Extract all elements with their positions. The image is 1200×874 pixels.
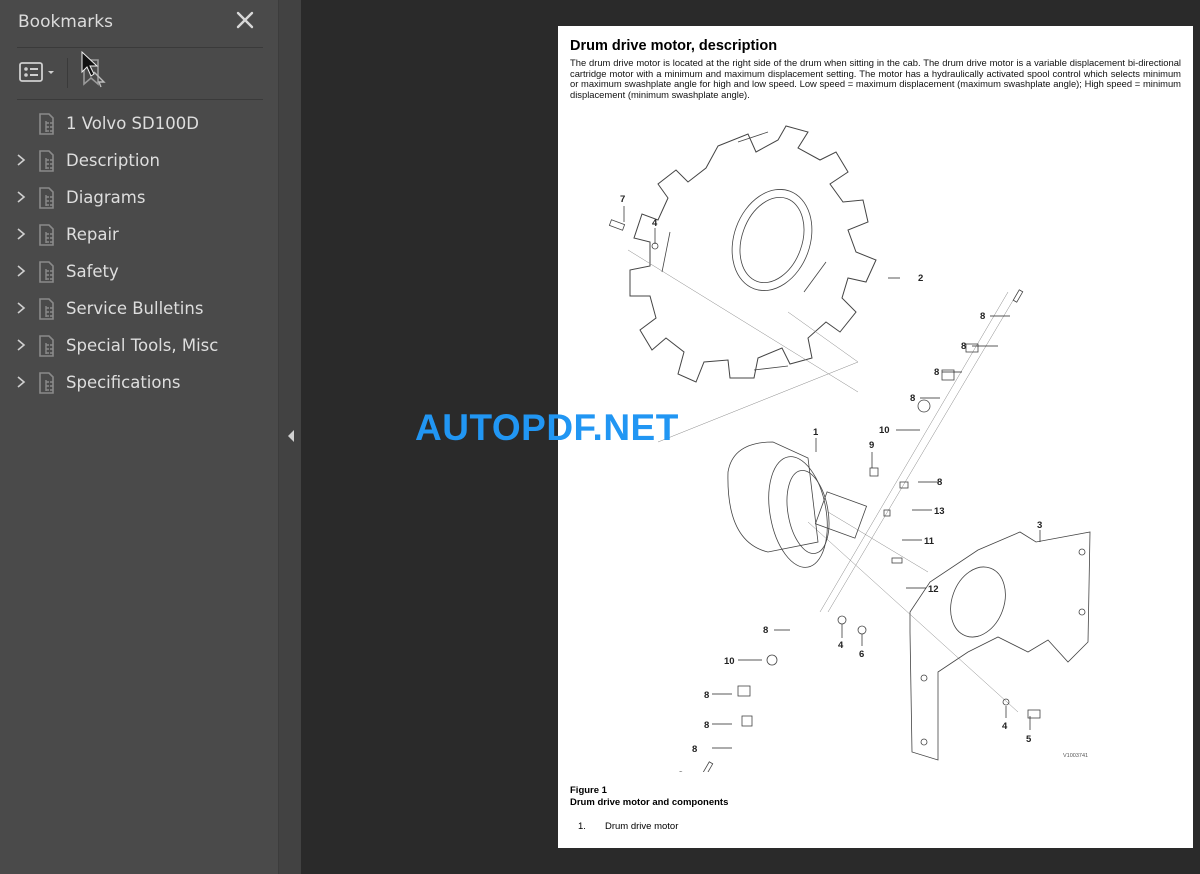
svg-text:2: 2 <box>918 273 923 284</box>
svg-text:11: 11 <box>924 536 935 547</box>
bookmark-label: Repair <box>66 225 119 244</box>
bookmark-item[interactable]: Description <box>0 142 278 179</box>
panel-splitter[interactable] <box>278 0 301 874</box>
bookmark-page-icon <box>39 224 54 246</box>
chevron-right-icon[interactable] <box>14 227 28 241</box>
bookmark-item[interactable]: Special Tools, Misc <box>0 327 278 364</box>
bookmark-page-icon <box>39 187 54 209</box>
bookmark-label: Diagrams <box>66 188 146 207</box>
bookmark-item[interactable]: Repair <box>0 216 278 253</box>
chevron-right-icon[interactable] <box>14 338 28 352</box>
bookmark-page-icon <box>39 261 54 283</box>
bookmark-list: 1 Volvo SD100D Description Diagrams Repair S… <box>0 105 278 401</box>
bookmark-item[interactable]: Diagrams <box>0 179 278 216</box>
bookmark-item[interactable]: Service Bulletins <box>0 290 278 327</box>
bookmarks-toolbar <box>18 56 268 90</box>
svg-text:12: 12 <box>928 584 939 595</box>
svg-text:8: 8 <box>980 311 985 322</box>
mouse-cursor-icon <box>81 50 99 77</box>
svg-text:5: 5 <box>1026 734 1032 745</box>
toolbar-separator <box>67 58 68 88</box>
svg-text:4: 4 <box>838 640 844 651</box>
svg-text:6: 6 <box>859 649 864 660</box>
chevron-right-icon[interactable] <box>14 264 28 278</box>
collapse-panel-icon[interactable] <box>286 428 296 444</box>
figure-label: Figure 1 <box>570 785 607 796</box>
close-icon[interactable] <box>234 9 256 31</box>
svg-text:8: 8 <box>692 744 697 755</box>
svg-text:8: 8 <box>934 367 939 378</box>
section-body: The drum drive motor is located at the r… <box>570 57 1181 100</box>
figure-code: V1003741 <box>1063 753 1089 759</box>
svg-text:1: 1 <box>813 427 819 438</box>
bookmark-page-icon <box>39 150 54 172</box>
chevron-right-icon[interactable] <box>14 301 28 315</box>
bookmark-item[interactable]: Specifications <box>0 364 278 401</box>
svg-text:13: 13 <box>934 506 945 517</box>
svg-text:8: 8 <box>704 720 709 731</box>
section-title: Drum drive motor, description <box>570 38 778 54</box>
bookmark-page-icon <box>39 335 54 357</box>
svg-text:4: 4 <box>652 218 658 229</box>
divider <box>17 47 263 48</box>
divider <box>17 99 263 100</box>
figure-caption: Drum drive motor and components <box>570 797 729 808</box>
mounting-bracket-illustration <box>909 531 1091 761</box>
svg-text:9: 9 <box>869 440 874 451</box>
bookmark-page-icon <box>39 113 54 135</box>
bookmark-label: Service Bulletins <box>66 299 204 318</box>
list-item-text: Drum drive motor <box>605 821 679 832</box>
sprocket-plate-illustration <box>629 125 877 383</box>
bookmark-label: 1 Volvo SD100D <box>66 114 199 133</box>
svg-text:8: 8 <box>961 341 966 352</box>
svg-text:4: 4 <box>1002 721 1008 732</box>
svg-text:10: 10 <box>879 425 890 436</box>
bookmark-label: Special Tools, Misc <box>66 336 219 355</box>
bookmark-item[interactable]: Safety <box>0 253 278 290</box>
svg-text:8: 8 <box>910 393 915 404</box>
svg-text:8: 8 <box>763 625 768 636</box>
svg-text:8: 8 <box>678 770 683 772</box>
drum-drive-motor-illustration <box>727 441 868 568</box>
bookmark-page-icon <box>39 372 54 394</box>
list-item-number: 1. <box>578 821 586 832</box>
chevron-right-icon[interactable] <box>14 190 28 204</box>
svg-text:8: 8 <box>937 477 942 488</box>
bookmarks-panel: Bookmarks 1 Volvo SD100D Description Diagr… <box>0 0 278 874</box>
svg-text:7: 7 <box>620 194 625 205</box>
bookmark-label: Description <box>66 151 160 170</box>
bookmark-item[interactable]: 1 Volvo SD100D <box>0 105 278 142</box>
bookmark-label: Specifications <box>66 373 181 392</box>
svg-text:10: 10 <box>724 656 735 667</box>
chevron-right-icon[interactable] <box>14 153 28 167</box>
bookmark-page-icon <box>39 298 54 320</box>
svg-text:8: 8 <box>704 690 709 701</box>
panel-title: Bookmarks <box>18 12 113 32</box>
svg-text:3: 3 <box>1037 520 1042 531</box>
watermark: AUTOPDF.NET <box>415 407 679 448</box>
chevron-right-icon[interactable] <box>14 375 28 389</box>
bookmark-options-icon[interactable] <box>18 60 60 86</box>
bookmark-label: Safety <box>66 262 119 281</box>
